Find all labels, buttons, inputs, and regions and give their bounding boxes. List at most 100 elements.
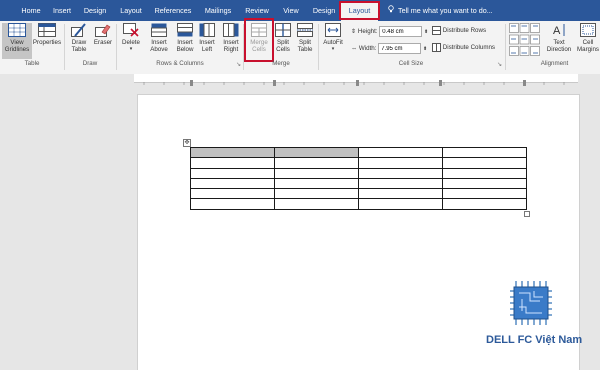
table-cell[interactable] [358,188,443,200]
table-resize-handle[interactable] [524,211,530,217]
tab-references[interactable]: References [150,0,196,21]
group-separator [505,24,506,70]
chip-logo-icon [510,281,552,325]
properties-button[interactable]: Properties [32,23,62,59]
split-cells-button[interactable]: Split Cells [273,23,293,59]
table-cell[interactable] [190,167,275,179]
spinner-icon[interactable]: ⬍ [423,46,427,52]
insert-left-label: Insert Left [199,39,215,53]
tell-me-search[interactable]: Tell me what you want to do... [388,0,493,21]
table-cell[interactable] [274,198,359,210]
text-direction-icon: A [553,24,565,37]
table-cell[interactable] [442,177,527,190]
layout-tab-highlight [339,1,380,20]
height-field: ⇕ Height: ⬍ [351,26,428,37]
view-gridlines-button[interactable]: View Gridlines [2,23,32,59]
table-cell[interactable] [274,177,359,190]
table-cell[interactable] [358,198,443,210]
table-cell[interactable] [358,167,443,179]
table-cell[interactable] [274,167,359,179]
table-cell[interactable] [442,167,527,179]
insert-left-icon [199,23,215,37]
insert-right-label: Insert Right [223,39,239,53]
dialog-launcher-icon[interactable]: ↘ [236,61,241,68]
table-row [190,157,527,169]
autofit-label: AutoFit [323,39,343,46]
tab-view[interactable]: View [278,0,304,21]
width-input[interactable] [378,43,422,54]
chevron-down-icon: ▾ [331,46,335,52]
table-cell[interactable] [358,177,443,190]
svg-text:A: A [553,25,561,37]
split-table-button[interactable]: Split Table [295,23,315,59]
table-cell[interactable] [442,188,527,200]
table-cell[interactable] [442,146,527,159]
document-table[interactable] [190,146,527,210]
distribute-rows-button[interactable]: Distribute Rows [432,26,486,35]
tab-home[interactable]: Home [14,0,48,21]
height-label: Height: [357,28,378,36]
delete-button[interactable]: Delete ▾ [118,23,144,59]
insert-right-button[interactable]: Insert Right [219,23,243,59]
group-label-alignment: Alignment [540,60,569,67]
insert-right-icon [223,23,239,37]
group-separator [64,24,65,70]
distribute-rows-icon [432,26,441,35]
autofit-button[interactable]: AutoFit ▾ [320,23,346,59]
draw-table-label: Draw Table [71,39,87,53]
properties-label: Properties [32,39,62,46]
tab-layout[interactable]: Layout [116,0,146,21]
insert-above-label: Insert Above [150,39,168,53]
table-cell[interactable] [190,157,275,169]
insert-above-icon [151,23,167,37]
table-cell[interactable] [274,188,359,200]
table-cell[interactable] [190,198,275,210]
width-label: Width: [358,45,377,53]
ruler-track[interactable] [134,74,578,86]
brand-watermark-text: DELL FC Việt Nam [486,334,583,346]
table-cell[interactable] [190,188,275,200]
insert-above-button[interactable]: Insert Above [146,23,172,59]
table-row [190,177,527,190]
insert-below-icon [177,23,193,37]
insert-left-button[interactable]: Insert Left [195,23,219,59]
table-row [190,167,527,179]
distribute-columns-button[interactable]: Distribute Columns [432,43,495,52]
group-separator [318,24,319,70]
split-table-icon [297,23,313,37]
table-cell[interactable] [358,157,443,169]
group-label-table: Table [24,60,40,67]
cell-margins-button[interactable]: Cell Margins [575,23,600,59]
tab-insert[interactable]: Insert [48,0,76,21]
table-move-handle-icon[interactable]: ✥ [183,139,191,147]
table-row [190,146,527,159]
table-cell[interactable] [442,198,527,210]
cell-alignment-icon [509,23,540,56]
horizontal-ruler [0,74,600,86]
table-cell-selected[interactable] [274,146,359,159]
table-row [190,188,527,200]
height-input[interactable] [379,26,423,37]
table-cell[interactable] [442,157,527,169]
pencil-icon [71,23,86,37]
spinner-icon[interactable]: ⬍ [424,29,428,35]
table-cell-selected[interactable] [190,146,275,159]
row-height-icon: ⇕ [351,28,357,36]
text-direction-button[interactable]: A Text Direction [544,23,574,59]
group-label-cell-size: Cell Size [398,60,424,67]
tab-design[interactable]: Design [80,0,110,21]
dialog-launcher-icon[interactable]: ↘ [497,61,502,68]
document-page[interactable] [137,94,580,370]
group-separator [116,24,117,70]
tab-mailings[interactable]: Mailings [200,0,236,21]
table-cell[interactable] [190,177,275,190]
draw-table-button[interactable]: Draw Table [66,23,92,59]
table-cell[interactable] [274,157,359,169]
split-cells-icon [275,23,291,37]
ribbon-tab-bar: Home Insert Design Layout References Mai… [0,0,600,21]
table-cell[interactable] [358,146,443,159]
tab-table-design[interactable]: Design [309,0,339,21]
eraser-button[interactable]: Eraser [92,23,114,59]
chevron-down-icon: ▾ [129,46,133,52]
column-width-icon: ⇔ [351,45,358,53]
